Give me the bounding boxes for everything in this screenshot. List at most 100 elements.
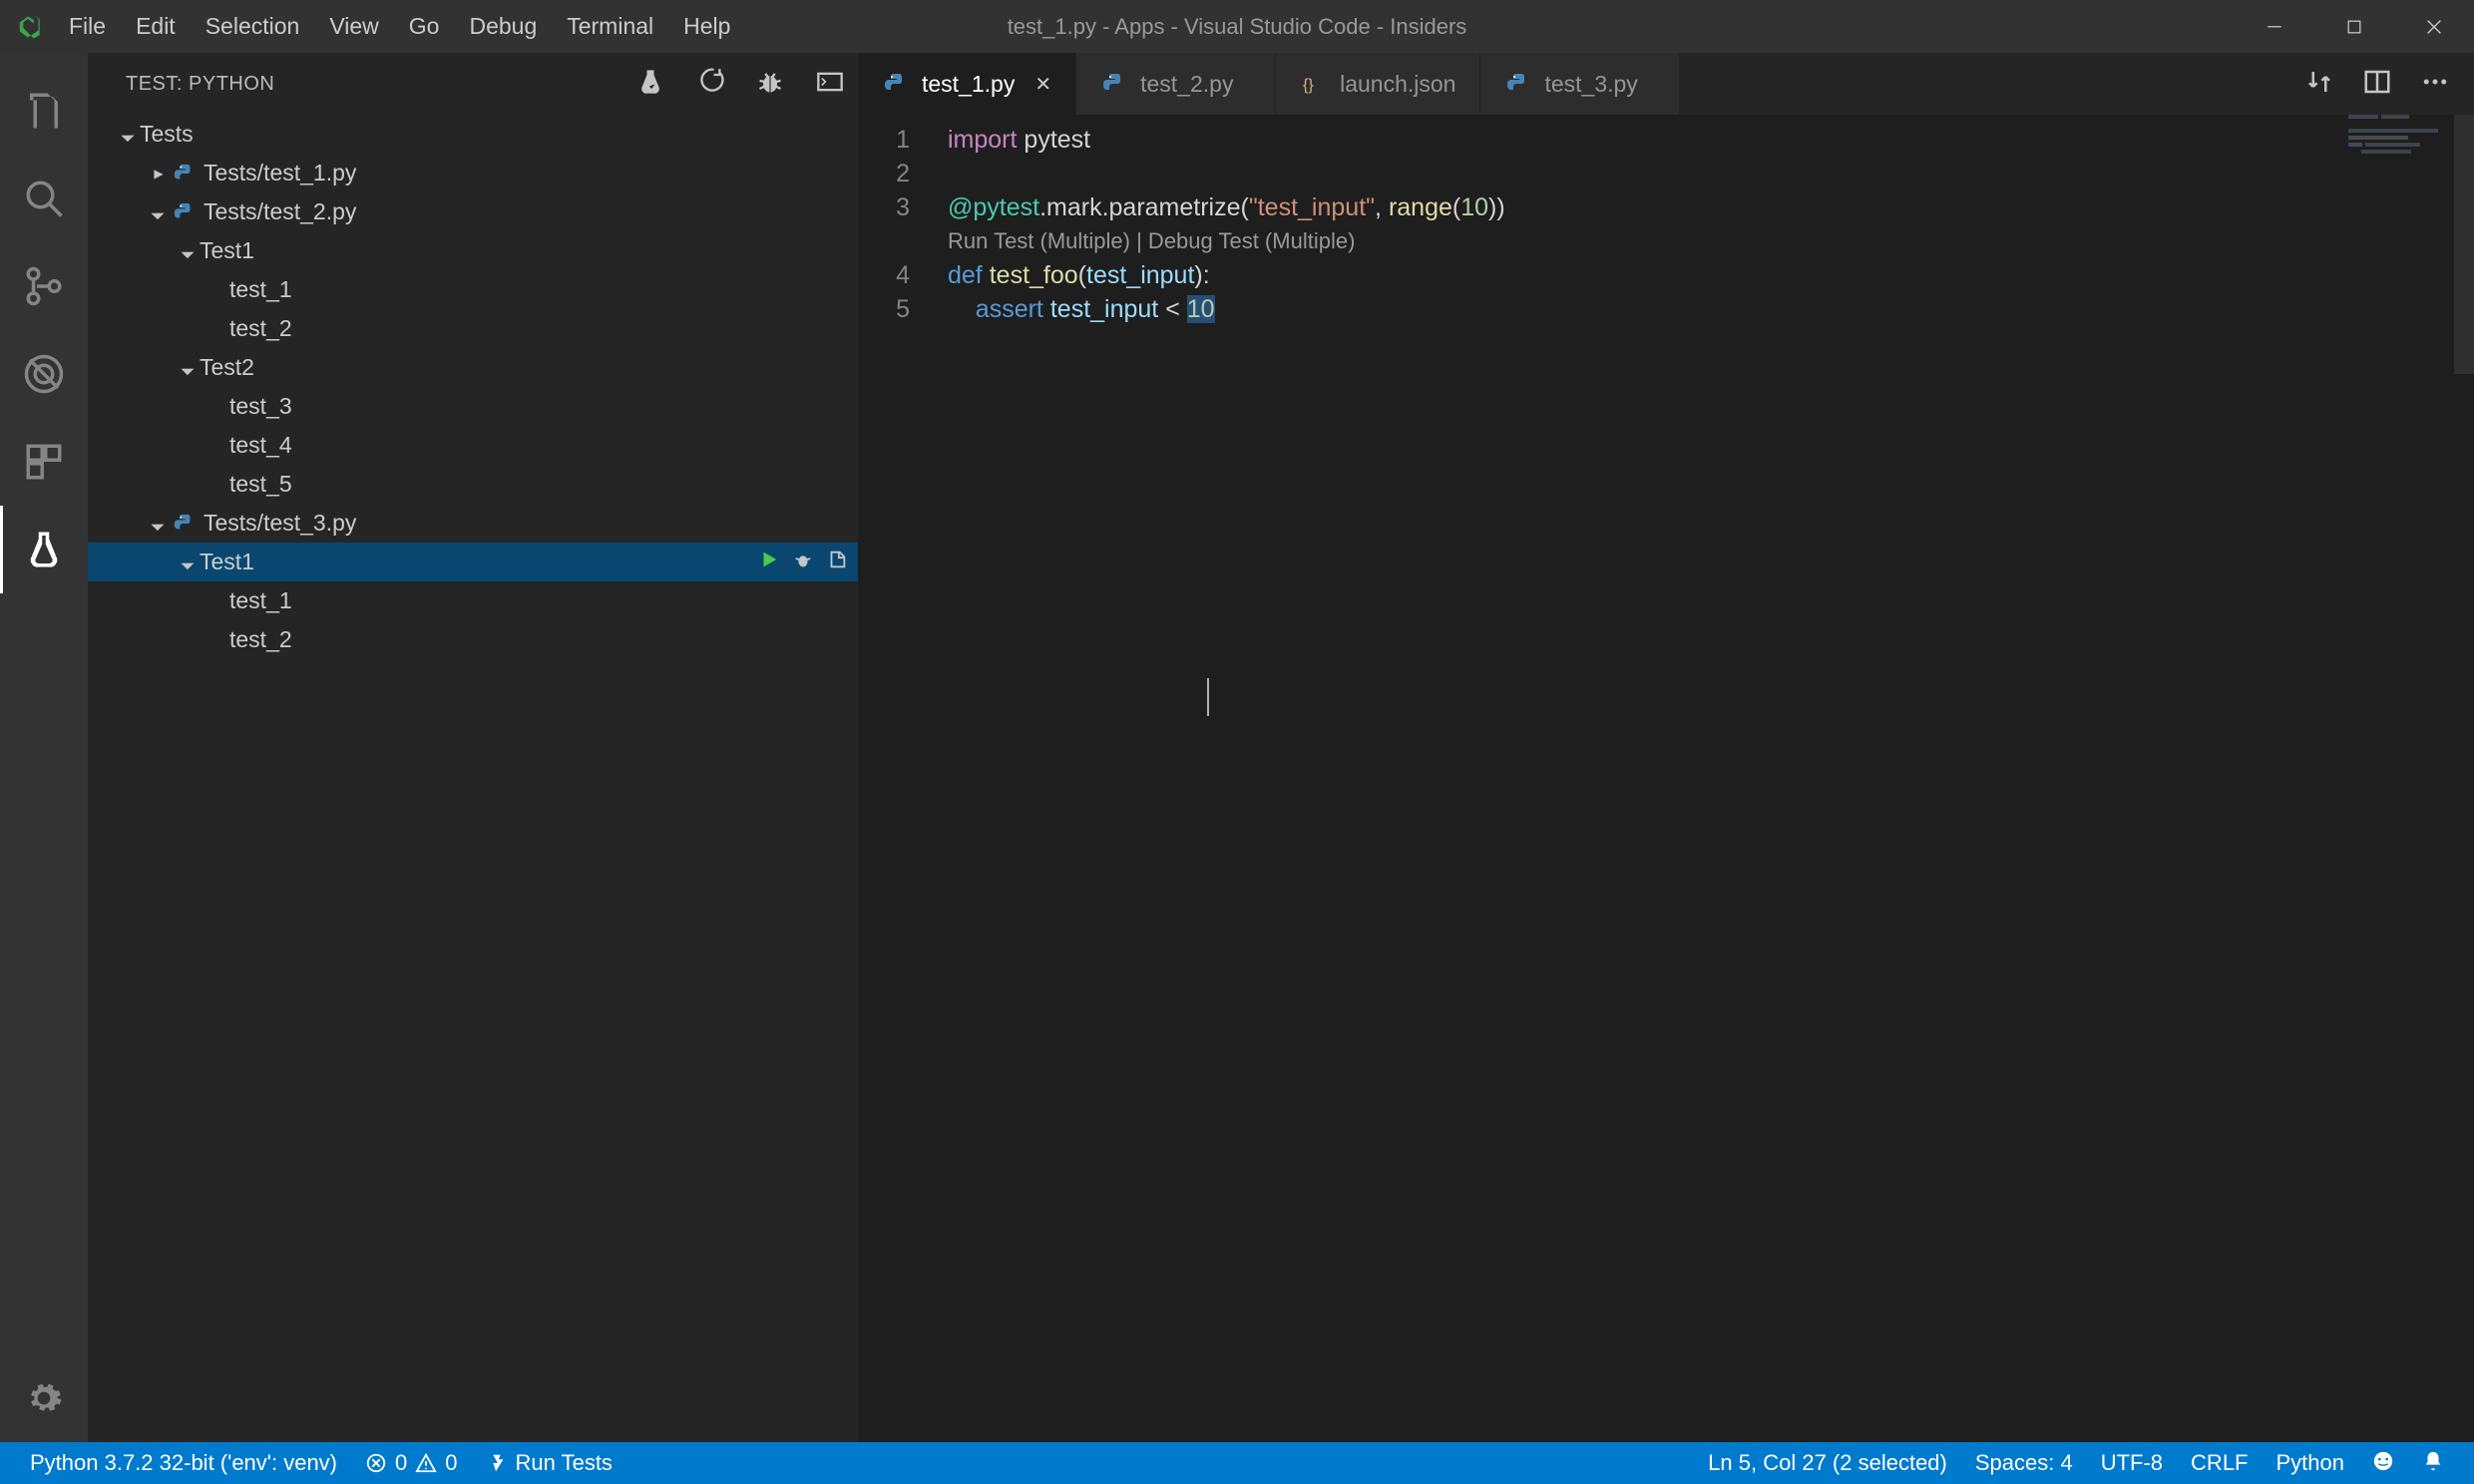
tree-label: Tests: [140, 121, 194, 148]
chevron-down-icon[interactable]: [148, 205, 170, 219]
explorer-icon[interactable]: [0, 67, 88, 155]
open-file-icon[interactable]: [826, 549, 848, 576]
more-actions-icon[interactable]: [2420, 67, 2450, 102]
menu-help[interactable]: Help: [669, 0, 744, 53]
chevron-down-icon[interactable]: [178, 361, 200, 375]
tab-test3[interactable]: test_3.py: [1480, 53, 1680, 115]
status-language[interactable]: Python: [2263, 1450, 2359, 1476]
chevron-down-icon[interactable]: [148, 517, 170, 531]
show-output-icon[interactable]: [816, 68, 844, 101]
menu-file[interactable]: File: [55, 0, 120, 53]
test-icon[interactable]: [0, 506, 88, 593]
tree-label: Tests/test_3.py: [204, 510, 356, 537]
code-token: )): [1488, 193, 1505, 221]
run-all-icon[interactable]: [696, 68, 724, 101]
status-encoding[interactable]: UTF-8: [2087, 1450, 2177, 1476]
status-notifications-icon[interactable]: [2408, 1450, 2458, 1472]
status-feedback-icon[interactable]: [2358, 1450, 2408, 1472]
menu-view[interactable]: View: [315, 0, 392, 53]
tree-test[interactable]: test_2: [88, 309, 858, 348]
tree-test[interactable]: test_3: [88, 387, 858, 426]
tree-test[interactable]: test_4: [88, 426, 858, 465]
test-tree[interactable]: Tests Tests/test_1.py Tests/test_2.py Te…: [88, 115, 858, 1442]
code-token: [983, 261, 990, 289]
settings-gear-icon[interactable]: [0, 1354, 88, 1442]
tree-test[interactable]: test_1: [88, 270, 858, 309]
tree-label: test_2: [229, 315, 292, 342]
tree-label: Tests/test_2.py: [204, 198, 356, 225]
code-token: def: [948, 261, 983, 289]
status-cursor-position[interactable]: Ln 5, Col 27 (2 selected): [1694, 1450, 1961, 1476]
discover-tests-icon[interactable]: [636, 68, 664, 101]
menu-go[interactable]: Go: [395, 0, 454, 53]
debug-test-icon[interactable]: [792, 549, 814, 576]
status-bar: Python 3.7.2 32-bit ('env': venv) 0 0 Ru…: [0, 1442, 2474, 1484]
status-warnings-count: 0: [445, 1450, 457, 1476]
tree-class[interactable]: Test1: [88, 231, 858, 270]
debug-all-icon[interactable]: [756, 68, 784, 101]
python-file-icon: [882, 71, 908, 97]
code-token: @pytest: [948, 193, 1039, 221]
minimize-button[interactable]: [2235, 0, 2314, 53]
menu-terminal[interactable]: Terminal: [553, 0, 667, 53]
tree-file[interactable]: Tests/test_3.py: [88, 504, 858, 543]
code-token: assert: [976, 295, 1043, 323]
source-control-icon[interactable]: [0, 242, 88, 330]
tree-label: Test2: [200, 354, 254, 381]
status-indentation[interactable]: Spaces: 4: [1961, 1450, 2087, 1476]
window-title: test_1.py - Apps - Visual Studio Code - …: [1008, 14, 1467, 40]
code-token: (: [1241, 193, 1249, 221]
menubar: File Edit Selection View Go Debug Termin…: [55, 0, 744, 53]
svg-text:{}: {}: [1303, 77, 1314, 94]
menu-edit[interactable]: Edit: [122, 0, 190, 53]
codelens[interactable]: Run Test (Multiple) | Debug Test (Multip…: [948, 224, 2474, 258]
editor-actions: [2304, 53, 2474, 115]
tree-label: test_2: [229, 626, 292, 653]
compare-changes-icon[interactable]: [2304, 67, 2334, 102]
tree-test[interactable]: test_2: [88, 620, 858, 659]
code-content[interactable]: import pytest @pytest.mark.parametrize("…: [948, 115, 2474, 1442]
status-problems[interactable]: 0 0: [351, 1442, 472, 1484]
close-button[interactable]: [2394, 0, 2474, 53]
split-editor-icon[interactable]: [2362, 67, 2392, 102]
menu-debug[interactable]: Debug: [455, 0, 551, 53]
maximize-button[interactable]: [2314, 0, 2394, 53]
tree-class[interactable]: Test2: [88, 348, 858, 387]
tab-test2[interactable]: test_2.py: [1076, 53, 1276, 115]
debug-icon[interactable]: [0, 330, 88, 418]
tree-test[interactable]: test_1: [88, 581, 858, 620]
line-gutter: 1 2 3 4 5: [858, 115, 948, 1442]
editor-area: test_1.py ✕ test_2.py {} launch.json tes…: [858, 53, 2474, 1442]
minimap[interactable]: [2348, 115, 2448, 194]
tree-file[interactable]: Tests/test_2.py: [88, 192, 858, 231]
run-test-icon[interactable]: [758, 549, 780, 576]
tree-file[interactable]: Tests/test_1.py: [88, 154, 858, 192]
tree-class-selected[interactable]: Test1: [88, 543, 858, 581]
chevron-right-icon[interactable]: [148, 167, 170, 181]
editor-scrollbar[interactable]: [2454, 115, 2474, 374]
extensions-icon[interactable]: [0, 418, 88, 506]
code-editor[interactable]: 1 2 3 4 5 import pytest @pytest.mark.par…: [858, 115, 2474, 1442]
chevron-down-icon[interactable]: [178, 244, 200, 258]
tree-label: test_1: [229, 276, 292, 303]
status-run-tests[interactable]: Run Tests: [472, 1442, 626, 1484]
tree-label: test_3: [229, 393, 292, 420]
menu-selection[interactable]: Selection: [192, 0, 314, 53]
python-file-icon: [170, 510, 198, 538]
python-file-icon: [170, 198, 198, 226]
tab-label: test_3.py: [1544, 71, 1637, 98]
status-eol[interactable]: CRLF: [2177, 1450, 2262, 1476]
code-token: "test_input": [1249, 193, 1375, 221]
code-token: <: [1158, 295, 1187, 323]
tree-root[interactable]: Tests: [88, 115, 858, 154]
tab-test1[interactable]: test_1.py ✕: [858, 53, 1076, 115]
tree-test[interactable]: test_5: [88, 465, 858, 504]
chevron-down-icon[interactable]: [178, 556, 200, 569]
chevron-down-icon[interactable]: [118, 128, 140, 142]
code-token: 10: [1460, 193, 1488, 221]
search-icon[interactable]: [0, 155, 88, 242]
tree-label: Tests/test_1.py: [204, 160, 356, 186]
tab-launchjson[interactable]: {} launch.json: [1276, 53, 1480, 115]
close-icon[interactable]: ✕: [1034, 72, 1051, 97]
status-python-interpreter[interactable]: Python 3.7.2 32-bit ('env': venv): [16, 1442, 351, 1484]
